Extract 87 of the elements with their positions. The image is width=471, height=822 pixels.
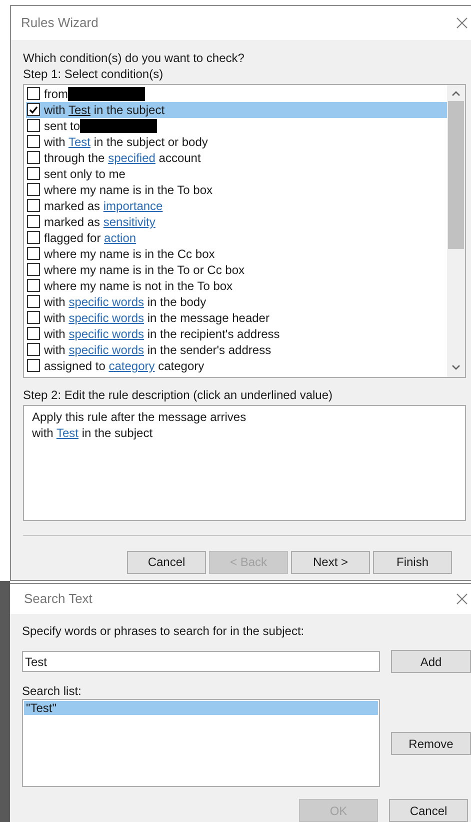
step-label: Step 2: Edit the rule description (click an underlined value) — [23, 386, 334, 403]
value-link[interactable]: importance — [103, 198, 163, 213]
add-button[interactable]: Add — [391, 650, 471, 673]
description-line: Apply this rule after the message arrives — [32, 410, 246, 424]
condition-row[interactable]: flagged for action — [26, 230, 447, 246]
value-link[interactable]: specified — [108, 150, 156, 165]
value-link[interactable]: Test — [68, 134, 90, 149]
condition-text: sent to — [44, 118, 80, 135]
condition-text: sent only to me — [44, 166, 126, 183]
condition-row[interactable]: with specific words in the message header — [26, 310, 447, 326]
condition-text: marked as sensitivity — [44, 214, 156, 231]
condition-text: through the specified account — [44, 150, 201, 167]
condition-row[interactable]: with specific words in the body — [26, 294, 447, 310]
scrollbar-thumb[interactable] — [448, 100, 464, 249]
condition-row[interactable]: where my name is in the To or Cc box — [26, 262, 447, 278]
checkbox[interactable] — [27, 247, 40, 260]
checkbox[interactable] — [27, 359, 40, 372]
checkbox[interactable] — [27, 279, 40, 292]
remove-button[interactable]: Remove — [391, 732, 471, 755]
condition-text: with Test in the subject or body — [44, 134, 208, 151]
checkbox[interactable] — [27, 151, 40, 164]
checkbox[interactable] — [27, 343, 40, 356]
condition-row[interactable]: where my name is in the To box — [26, 182, 447, 198]
value-link[interactable]: Test — [56, 426, 78, 440]
condition-row[interactable]: through the specified account — [26, 150, 447, 166]
dialog-button[interactable]: Cancel — [389, 799, 468, 822]
input-field[interactable]: Test — [22, 651, 380, 672]
condition-row[interactable]: with specific words in the sender's address — [26, 342, 447, 358]
checkbox[interactable] — [27, 199, 40, 212]
prompt-text: Specify words or phrases to search for in the subject: — [22, 623, 306, 639]
checkbox[interactable] — [27, 87, 40, 100]
checkbox[interactable] — [27, 103, 40, 116]
condition-text: flagged for action — [44, 230, 136, 247]
close-icon[interactable] — [456, 593, 468, 605]
value-link[interactable]: category — [108, 358, 155, 373]
condition-text: from — [44, 86, 68, 103]
condition-row[interactable]: sent only to me — [26, 166, 447, 182]
condition-row[interactable]: from — [26, 86, 447, 102]
value-link[interactable]: action — [104, 230, 136, 245]
condition-row[interactable]: with Test in the subject or body — [26, 134, 447, 150]
condition-row[interactable]: where my name is not in the To box — [26, 278, 447, 294]
checkbox[interactable] — [27, 183, 40, 196]
value-link[interactable]: specific words — [68, 342, 144, 357]
value-link[interactable]: specific words — [68, 326, 144, 341]
condition-row[interactable]: with specific words in the recipient's address — [26, 326, 447, 342]
checkbox[interactable] — [27, 119, 40, 132]
scrollbar[interactable] — [447, 84, 465, 377]
condition-row[interactable]: marked as importance — [26, 198, 447, 214]
list-item[interactable]: "Test" — [24, 701, 378, 715]
condition-text: marked as importance — [44, 198, 163, 215]
condition-text: with specific words in the sender's address — [44, 342, 272, 359]
condition-text: with specific words in the recipient's address — [44, 326, 280, 343]
value-link[interactable]: specific words — [68, 294, 144, 309]
condition-text: assigned to category category — [44, 358, 204, 375]
checkbox[interactable] — [27, 263, 40, 276]
condition-text: where my name is in the To or Cc box — [44, 262, 245, 279]
condition-text: where my name is not in the To box — [44, 278, 233, 295]
condition-text: with Test in the subject — [44, 102, 165, 119]
condition-text: with specific words in the message header — [44, 310, 270, 327]
condition-row[interactable]: with Test in the subject — [26, 102, 447, 118]
condition-row[interactable]: where my name is in the Cc box — [26, 246, 447, 262]
condition-text: where my name is in the Cc box — [44, 246, 215, 263]
value-link[interactable]: Test — [68, 102, 90, 117]
window-title: Rules Wizard — [21, 14, 98, 32]
condition-text: with specific words in the body — [44, 294, 206, 311]
close-icon[interactable] — [456, 16, 468, 29]
question-text: Which condition(s) do you want to check? — [23, 50, 246, 66]
checkbox[interactable] — [27, 215, 40, 228]
step-label: Step 1: Select condition(s) — [23, 66, 164, 82]
checkbox[interactable] — [27, 167, 40, 180]
value-link[interactable]: sensitivity — [103, 214, 156, 229]
checkbox[interactable] — [27, 327, 40, 340]
list-label: Search list: — [22, 683, 82, 699]
condition-text: where my name is in the To box — [44, 182, 213, 199]
checkbox[interactable] — [27, 311, 40, 324]
window-title: Search Text — [24, 590, 92, 608]
dialog-button[interactable]: Next > — [291, 550, 370, 574]
dialog-button[interactable]: Finish — [373, 550, 452, 574]
checkbox[interactable] — [27, 231, 40, 244]
description-line: with Test in the subject — [32, 426, 153, 440]
checkbox[interactable] — [27, 135, 40, 148]
condition-row[interactable]: assigned to category category — [26, 358, 447, 374]
value-link[interactable]: specific words — [68, 310, 144, 325]
dialog-button[interactable]: Cancel — [127, 550, 206, 574]
condition-row[interactable]: marked as sensitivity — [26, 214, 447, 230]
checkbox[interactable] — [27, 295, 40, 308]
condition-row[interactable]: sent to — [26, 118, 447, 134]
